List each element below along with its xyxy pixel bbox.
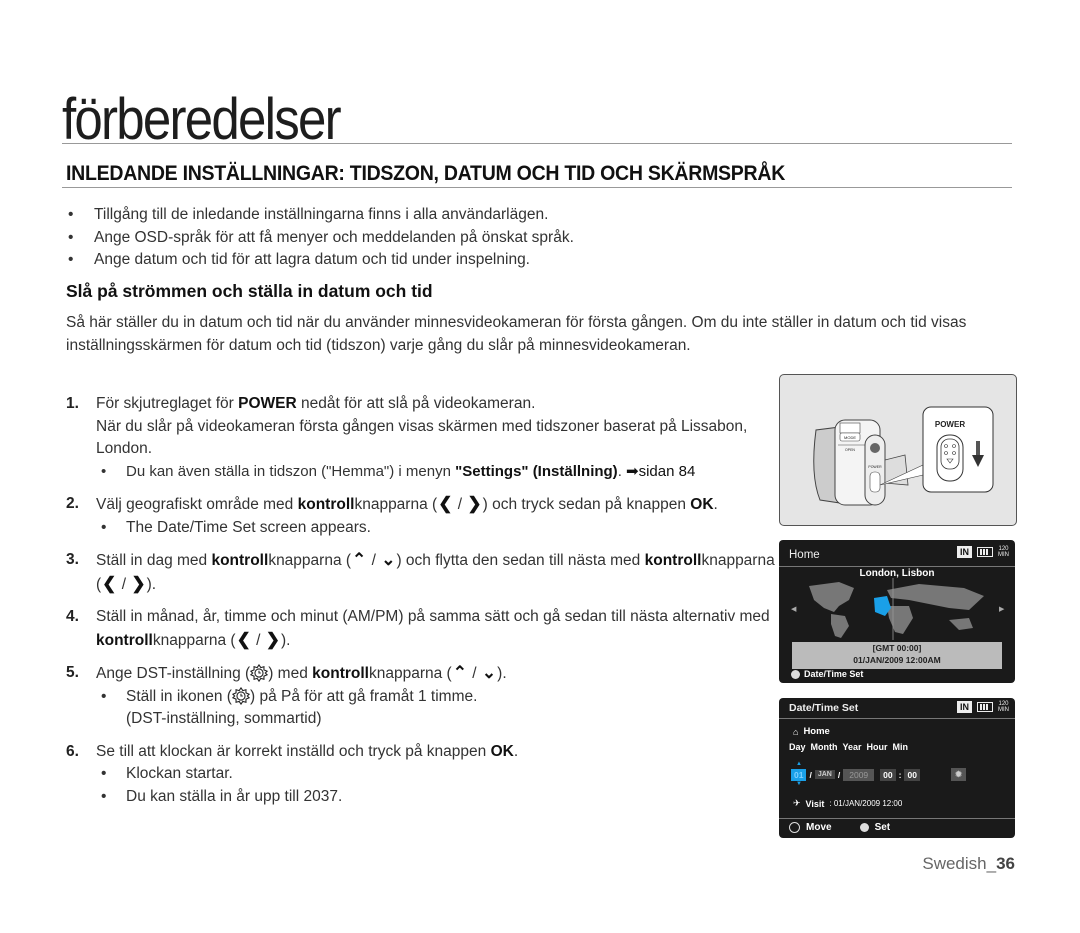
screen-title: Date/Time Set	[789, 702, 859, 714]
screen-title: Home	[789, 549, 820, 561]
gmt-time-box: [GMT 00:00] 01/JAN/2009 12:00AM	[792, 642, 1002, 669]
divider	[779, 718, 1015, 719]
dst-toggle-icon[interactable]: ✹	[950, 768, 967, 781]
date-time-set-screen: Date/Time Set IN 120 MIN ⌂ Home Day Month …	[779, 698, 1015, 838]
remaining-time-icon: 120 MIN	[998, 701, 1009, 713]
chevron-down-icon: ⌄	[481, 663, 497, 682]
step-6-note: • Du kan ställa in år upp till 2037.	[96, 786, 776, 809]
home-row: ⌂ Home	[793, 726, 830, 737]
status-icons: IN 120 MIN	[957, 701, 1009, 713]
intro-bullet: • Ange datum och tid för att lagra datum …	[66, 249, 574, 272]
page-number: 36	[996, 854, 1015, 873]
arrow-down-icon: ▼	[796, 781, 802, 787]
arrow-left-icon: ◀	[791, 606, 797, 613]
date-time-set-hint: Date/Time Set	[791, 669, 863, 679]
ok-button-icon	[859, 823, 869, 832]
bullet-icon: •	[101, 462, 107, 480]
ok-button-icon	[791, 669, 800, 679]
chevron-right-icon: ❯	[131, 573, 146, 593]
divider	[779, 566, 1015, 567]
page-footer: Swedish_36	[922, 854, 1015, 873]
visit-row: ✈ Visit : 01/JAN/2009 12:00	[793, 798, 903, 809]
home-icon: ⌂	[793, 726, 799, 737]
intro-bullet: • Tillgång till de inledande inställninga…	[66, 204, 574, 227]
step-2-note: • The Date/Time Set screen appears.	[96, 517, 776, 540]
bullet-icon: •	[101, 518, 107, 536]
bullet-icon: •	[101, 765, 107, 782]
airplane-icon: ✈	[793, 798, 801, 808]
bullet-icon: •	[68, 228, 74, 246]
bullet-icon: •	[68, 206, 74, 223]
intro-bullet-list: • Tillgång till de inledande inställninga…	[66, 204, 574, 272]
divider	[779, 818, 1015, 819]
month-field[interactable]: JAN	[814, 770, 835, 779]
camcorder-icon: MODE OPEN POWER POWER	[813, 406, 994, 506]
step-2: 2. Välj geografiskt område med kontrollk…	[66, 493, 776, 539]
chevron-left-icon: ❮	[236, 629, 251, 649]
remaining-time-icon: 120 MIN	[998, 546, 1009, 558]
day-field[interactable]: 01	[791, 768, 807, 781]
divider	[62, 143, 1012, 144]
step-1-note: • Du kan även ställa in tidszon ("Hemma"…	[96, 461, 776, 484]
home-timezone-screen: Home IN 120 MIN London, Lisbon ◀ ▶ [GMT 0…	[779, 540, 1015, 683]
steps-list: 1. För skjutreglaget för POWER nedåt för…	[66, 393, 776, 818]
arrow-up-icon: ▲	[796, 761, 802, 767]
svg-text:OPEN: OPEN	[845, 448, 855, 452]
intro-paragraph: Så här ställer du in datum och tid när d…	[66, 314, 967, 354]
step-5-note: • Ställ in ikonen () på På för att gå fra…	[101, 686, 478, 727]
chevron-right-icon: ❯	[467, 494, 482, 513]
battery-icon	[977, 547, 993, 557]
bullet-icon: •	[68, 251, 74, 268]
camcorder-power-illustration: MODE OPEN POWER POWER	[779, 374, 1017, 526]
chevron-left-icon: ❮	[102, 573, 117, 593]
arrow-right-icon: ▶	[999, 606, 1005, 613]
status-icons: IN 120 MIN	[957, 546, 1009, 558]
chevron-left-icon: ❮	[438, 494, 453, 513]
date-time-fields: 01 / JAN / 2009 00 : 00 ✹	[791, 768, 967, 781]
svg-text:MODE: MODE	[844, 435, 856, 440]
hour-field[interactable]: 00	[880, 768, 896, 781]
bullet-icon: •	[101, 687, 107, 705]
year-field[interactable]: 2009	[843, 768, 875, 781]
bullet-icon: •	[101, 787, 107, 805]
column-headers: Day Month Year Hour Min	[789, 742, 909, 752]
joystick-icon	[789, 822, 800, 833]
section-title: INLEDANDE INSTÄLLNINGAR: TIDSZON, DATUM …	[66, 162, 786, 185]
svg-text:POWER: POWER	[868, 465, 882, 469]
divider	[62, 187, 1012, 188]
battery-icon	[977, 702, 993, 712]
chevron-up-icon: ⌃	[352, 550, 367, 569]
internal-memory-icon: IN	[957, 546, 972, 558]
intro-bullet: • Ange OSD-språk för att få menyer och me…	[66, 227, 574, 250]
step-1: 1. För skjutreglaget för POWER nedåt för…	[66, 393, 776, 483]
chevron-down-icon: ⌄	[381, 550, 396, 569]
step-5: 5. Ange DST-inställning () med kontrollk…	[66, 662, 776, 731]
minute-field[interactable]: 00	[904, 768, 920, 781]
screen-footer: Move Set	[789, 822, 890, 833]
dst-clock-icon	[250, 664, 269, 682]
chevron-right-icon: ❯	[265, 629, 280, 649]
step-3: 3. Ställ in dag med kontrollknapparna (⌃…	[66, 549, 776, 596]
page-reference-link[interactable]: ➡sidan 84	[626, 463, 695, 480]
chevron-up-icon: ⌃	[452, 663, 467, 682]
subsection-title: Slå på strömmen och ställa in datum och …	[66, 281, 433, 301]
dst-clock-icon	[231, 686, 250, 705]
step-6-note: • Klockan startar.	[96, 763, 776, 786]
svg-text:POWER: POWER	[935, 420, 965, 429]
step-4: 4. Ställ in månad, år, timme och minut (…	[66, 606, 776, 652]
internal-memory-icon: IN	[957, 701, 972, 713]
world-map: ◀ ▶	[791, 578, 1005, 640]
step-6: 6. Se till att klockan är korrekt instäl…	[66, 741, 776, 809]
